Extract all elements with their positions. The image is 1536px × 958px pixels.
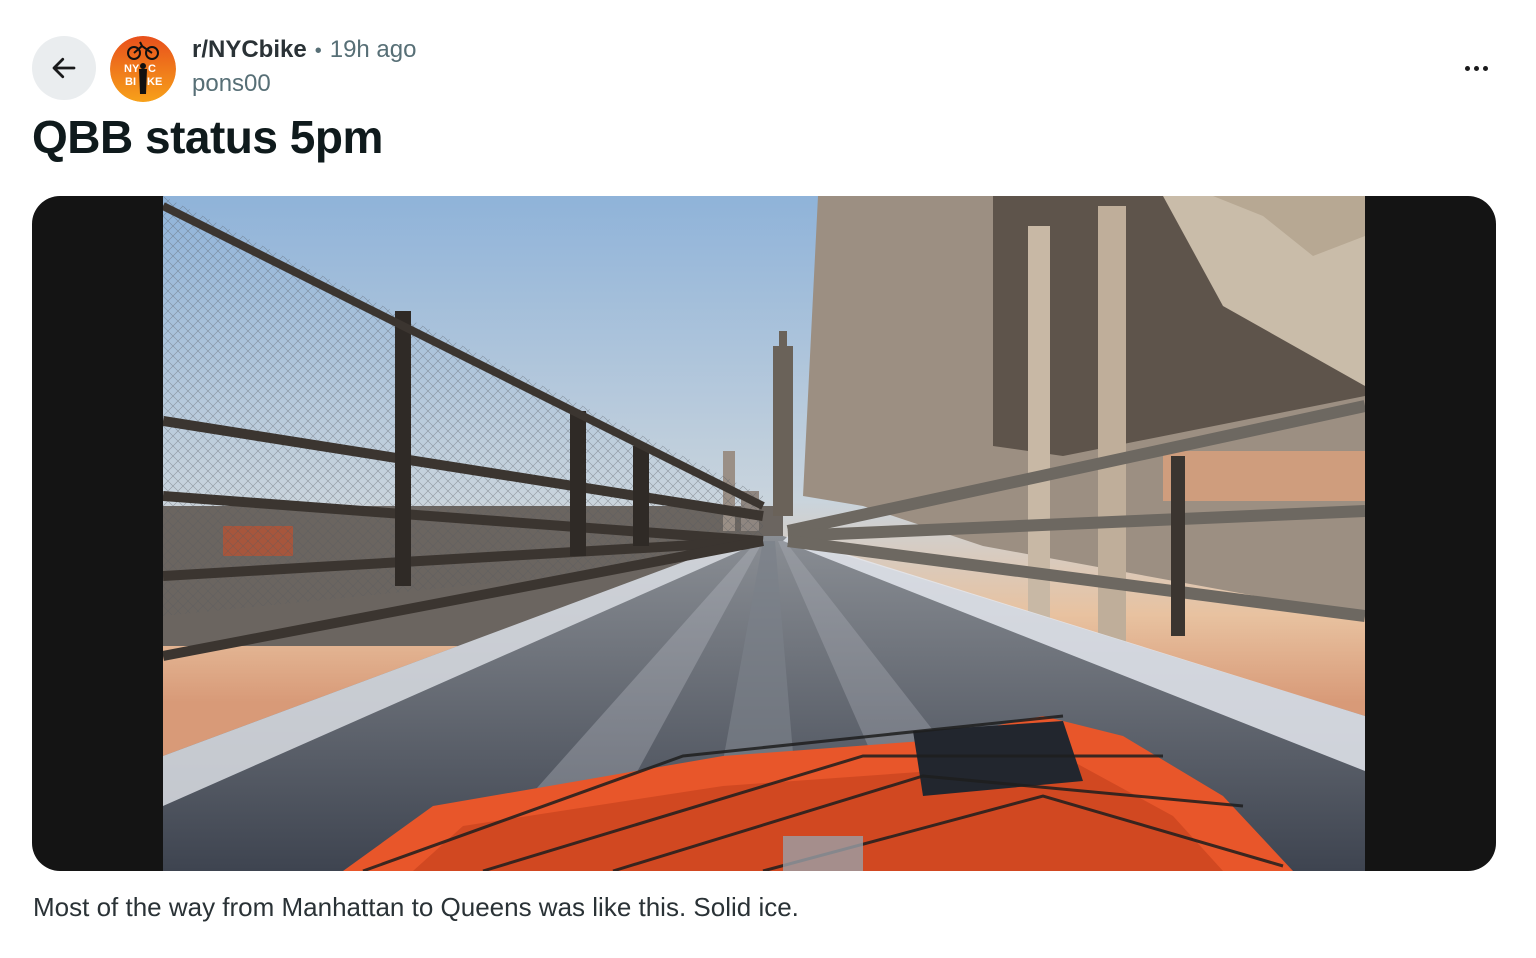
post-video[interactable] xyxy=(32,196,1496,871)
post-meta: r/NYCbike • 19h ago pons00 xyxy=(192,36,416,98)
svg-text:C: C xyxy=(148,63,156,75)
video-frame xyxy=(163,196,1365,871)
more-horizontal-icon xyxy=(1464,65,1488,71)
svg-text:NY: NY xyxy=(124,63,140,75)
author-link[interactable]: pons00 xyxy=(192,70,416,98)
post-body: Most of the way from Manhattan to Queens… xyxy=(33,892,799,922)
post-time: 19h ago xyxy=(329,36,417,63)
meta-separator: • xyxy=(314,40,322,62)
nycbike-logo: NY C BI KE xyxy=(110,36,176,102)
subreddit-link[interactable]: r/NYCbike xyxy=(192,36,307,64)
more-options-button[interactable] xyxy=(1456,50,1496,86)
back-button[interactable] xyxy=(32,36,96,100)
svg-text:KE: KE xyxy=(147,76,162,88)
svg-text:BI: BI xyxy=(125,76,136,88)
post-title: QBB status 5pm xyxy=(32,111,383,163)
subreddit-avatar[interactable]: NY C BI KE xyxy=(110,36,176,102)
post-page: NY C BI KE r/NYCbike • 19h ago pons00 QB… xyxy=(0,0,1536,958)
arrow-left-icon xyxy=(52,57,76,79)
